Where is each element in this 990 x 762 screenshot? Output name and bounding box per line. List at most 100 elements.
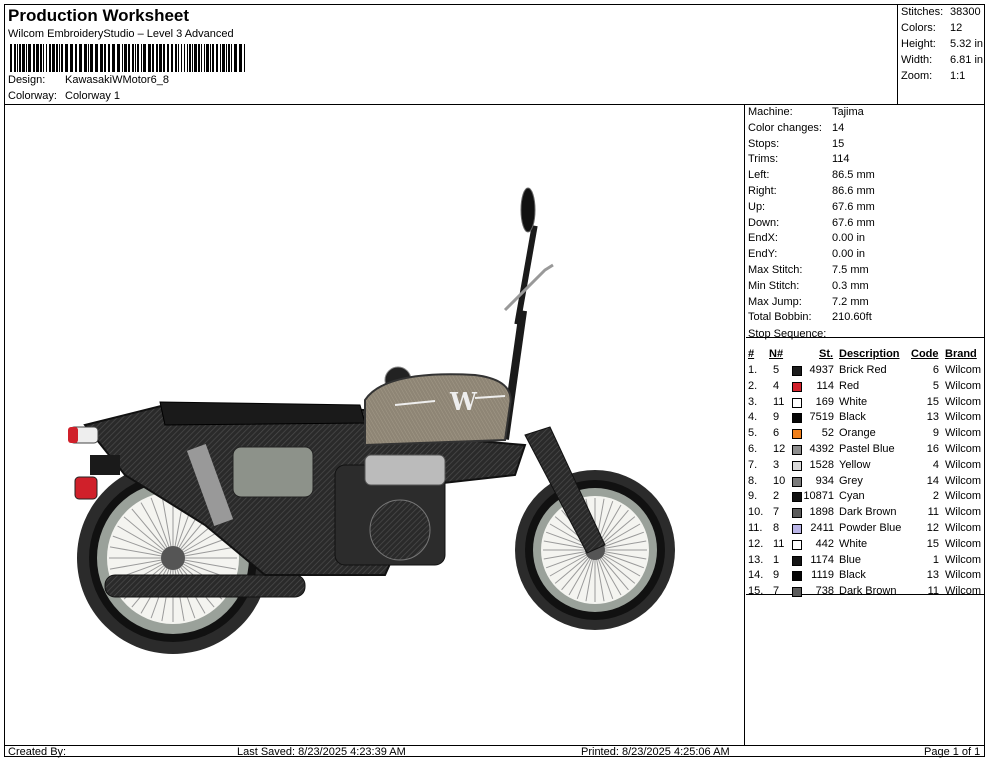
seq-code: 9 xyxy=(932,427,939,440)
exhaust-pipe xyxy=(104,574,306,598)
seq-stitches: 52 xyxy=(821,427,834,440)
seq-idx: 6. xyxy=(748,443,758,455)
seq-n: 7 xyxy=(773,506,780,519)
seq-code: 14 xyxy=(926,474,939,487)
seq-code: 15 xyxy=(926,537,939,550)
stat-label: Colors: xyxy=(901,22,936,34)
seq-stitches: 442 xyxy=(815,537,834,550)
seq-stitches: 1119 xyxy=(811,569,834,582)
machine-label: Up: xyxy=(748,200,766,213)
seq-description: Pastel Blue xyxy=(839,443,895,455)
machine-row: Max Stitch: 7.5 mm xyxy=(748,264,869,276)
seq-description: Orange xyxy=(839,427,876,440)
seq-stitches: 738 xyxy=(815,585,834,598)
machine-label: Down: xyxy=(748,216,780,229)
machine-row: Left: 86.5 mm xyxy=(748,169,875,181)
stat-value: 12 xyxy=(950,22,963,34)
seq-idx: 1. xyxy=(748,364,758,376)
colorway-row: Colorway: Colorway 1 xyxy=(8,90,120,102)
seq-n: 11 xyxy=(773,395,785,408)
stat-label: Zoom: xyxy=(901,70,933,82)
seq-description: White xyxy=(839,395,868,408)
machine-panel: Machine: Tajima Color changes: 14 Stops: 15 Tr… xyxy=(746,105,984,745)
seq-n: 1 xyxy=(773,553,780,566)
seq-stitches: 7519 xyxy=(809,411,834,424)
stat-label: Stitches: xyxy=(901,6,944,18)
sequence-row: 4. 9 7519 Black 13 Wilcom xyxy=(746,411,984,426)
barcode xyxy=(10,44,245,72)
seq-n: 9 xyxy=(773,569,780,582)
sequence-row: 12. 11 442 White 15 Wilcom xyxy=(746,538,984,553)
seq-stitches: 2411 xyxy=(810,522,834,534)
machine-row: Min Stitch: 0.3 mm xyxy=(748,280,869,292)
seq-code: 13 xyxy=(926,411,939,424)
design-value: KawasakiWMotor6_8 xyxy=(65,74,169,86)
stat-row: Zoom: 1:1 xyxy=(901,70,965,82)
seq-n: 5 xyxy=(773,364,780,376)
machine-label: Right: xyxy=(748,185,777,197)
seq-idx: 4. xyxy=(748,411,758,424)
machine-label: EndX: xyxy=(748,232,778,245)
page-number: Page 1 of 1 xyxy=(924,746,981,758)
seq-stitches: 1898 xyxy=(809,506,834,519)
seq-stitches: 114 xyxy=(816,379,834,392)
machine-label: Max Stitch: xyxy=(748,264,803,276)
seq-description: Cyan xyxy=(839,490,865,503)
stat-value: 5.32 in xyxy=(950,38,984,50)
seq-code: 13 xyxy=(926,569,939,582)
seq-brand: Wilcom xyxy=(945,427,982,440)
seq-idx: 5. xyxy=(748,427,758,440)
machine-label: Total Bobbin: xyxy=(748,311,812,324)
seq-description: Dark Brown xyxy=(839,585,897,598)
stat-row: Height: 5.32 in xyxy=(901,38,983,50)
seq-brand: Wilcom xyxy=(945,364,982,376)
last-saved: Last Saved: 8/23/2025 4:23:39 AM xyxy=(237,746,406,758)
fuel-tank: W xyxy=(364,373,512,447)
seq-description: Dark Brown xyxy=(839,506,897,519)
machine-label: Stops: xyxy=(748,137,780,150)
tank-logo: W xyxy=(449,387,478,416)
machine-value: 15 xyxy=(832,137,845,150)
machine-row: EndX: 0.00 in xyxy=(748,232,865,244)
stat-label: Height: xyxy=(901,38,936,50)
software-subtitle: Wilcom EmbroideryStudio – Level 3 Advanc… xyxy=(8,28,234,40)
seq-code: 4 xyxy=(932,458,939,471)
seq-n: 6 xyxy=(773,427,780,440)
col-st-header: St. xyxy=(819,348,834,360)
col-n-header: N# xyxy=(769,348,784,360)
worksheet-footer: Created By: Last Saved: 8/23/2025 4:23:3… xyxy=(5,745,984,758)
colorway-label: Colorway: xyxy=(8,90,57,102)
seq-idx: 12. xyxy=(748,537,764,550)
seq-code: 6 xyxy=(932,364,939,376)
stat-row: Width: 6.81 in xyxy=(901,54,983,66)
machine-row: Down: 67.6 mm xyxy=(748,217,875,229)
machine-row: EndY: 0.00 in xyxy=(748,248,865,260)
seq-description: Blue xyxy=(839,553,862,566)
design-label: Design: xyxy=(8,74,46,86)
seq-brand: Wilcom xyxy=(945,395,982,408)
seq-idx: 14. xyxy=(748,569,764,582)
seq-n: 3 xyxy=(773,458,780,471)
machine-value: 86.6 mm xyxy=(832,185,875,197)
machine-value: 67.6 mm xyxy=(832,216,875,229)
seq-description: Yellow xyxy=(839,458,871,471)
seq-brand: Wilcom xyxy=(945,443,982,455)
seq-brand: Wilcom xyxy=(945,553,982,566)
col-brand-header: Brand xyxy=(945,348,977,360)
sequence-row: 1. 5 4937 Brick Red 6 Wilcom xyxy=(746,364,984,379)
seq-code: 12 xyxy=(926,522,939,534)
machine-label: Machine: xyxy=(748,106,793,118)
machine-label: EndY: xyxy=(748,248,778,261)
seq-idx: 2. xyxy=(748,379,758,392)
design-row: Design: KawasakiWMotor6_8 xyxy=(8,74,169,86)
machine-value: 7.5 mm xyxy=(832,264,869,276)
seq-description: Black xyxy=(839,411,866,424)
printed-date: Printed: 8/23/2025 4:25:06 AM xyxy=(581,746,730,758)
seq-n: 7 xyxy=(773,585,780,598)
machine-value: 0.00 in xyxy=(832,232,866,245)
seq-n: 10 xyxy=(773,474,786,487)
machine-label: Trims: xyxy=(748,153,779,166)
seq-n: 11 xyxy=(773,537,785,550)
seq-idx: 10. xyxy=(748,506,764,519)
seq-brand: Wilcom xyxy=(945,411,982,424)
